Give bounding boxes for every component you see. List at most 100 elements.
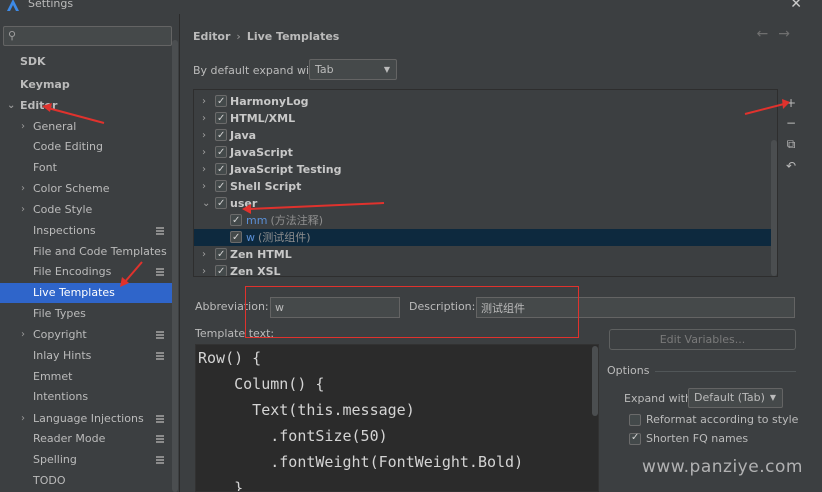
shorten-fq-checkbox[interactable]	[629, 431, 641, 445]
reformat-label: Reformat according to style	[646, 413, 799, 426]
sidebar-item-keymap[interactable]: Keymap	[0, 75, 178, 95]
group-checkbox[interactable]	[215, 178, 227, 195]
tree-group-row[interactable]: › Shell Script	[194, 178, 777, 195]
chevron-right-icon[interactable]: ›	[21, 117, 25, 137]
tree-scrollbar[interactable]	[771, 140, 777, 276]
sidebar-item-file-and-code-templates[interactable]: File and Code Templates	[0, 242, 178, 262]
sidebar-item-font[interactable]: Font	[0, 158, 178, 178]
options-title: Options	[607, 364, 650, 377]
tree-group-row[interactable]: › HarmonyLog	[194, 93, 777, 110]
sidebar-item-inspections[interactable]: Inspections	[0, 221, 178, 241]
group-checkbox[interactable]	[215, 195, 227, 212]
sidebar-scrollbar[interactable]	[172, 40, 178, 492]
breadcrumb-parent[interactable]: Editor	[193, 30, 230, 43]
sidebar-item-color-scheme[interactable]: › Color Scheme	[0, 179, 178, 199]
code-line: }	[198, 479, 244, 492]
search-input[interactable]	[24, 28, 169, 44]
group-checkbox[interactable]	[215, 93, 227, 110]
chevron-right-icon[interactable]: ›	[202, 127, 206, 144]
sidebar-item-intentions[interactable]: Intentions	[0, 387, 178, 407]
chevron-right-icon[interactable]: ›	[202, 93, 206, 110]
group-checkbox[interactable]	[215, 144, 227, 161]
group-checkbox[interactable]	[215, 127, 227, 144]
chevron-right-icon[interactable]: ›	[21, 409, 25, 429]
template-text-label: Template text:	[195, 327, 275, 340]
chevron-right-icon[interactable]: ›	[21, 200, 25, 220]
editor-scrollbar[interactable]	[592, 346, 598, 416]
add-icon[interactable]: +	[784, 96, 798, 110]
options-expand-with-label: Expand with	[624, 392, 692, 405]
sidebar-item-file-types[interactable]: File Types	[0, 304, 178, 324]
group-checkbox[interactable]	[215, 110, 227, 127]
code-line: Row() {	[198, 349, 262, 367]
template-checkbox[interactable]	[230, 212, 242, 229]
forward-arrow-icon[interactable]: →	[778, 26, 800, 42]
options-divider	[655, 371, 796, 372]
options-expand-with-select[interactable]: Default (Tab) ▼	[688, 388, 783, 408]
sidebar-item-inlay-hints[interactable]: Inlay Hints	[0, 346, 178, 366]
copy-icon[interactable]: ⧉	[784, 137, 798, 151]
template-label: w (测试组件)	[246, 231, 311, 244]
title-bar: Settings ✕	[0, 0, 822, 14]
expand-key-select[interactable]: Tab ▼	[309, 59, 397, 80]
tree-group-row-user[interactable]: ⌄ user	[194, 195, 777, 212]
sidebar-item-language-injections[interactable]: › Language Injections	[0, 409, 178, 429]
tree-group-row[interactable]: › JavaScript	[194, 144, 777, 161]
sidebar-item-sdk[interactable]: SDK	[0, 52, 178, 72]
tree-group-row[interactable]: › Zen HTML	[194, 246, 777, 263]
chevron-right-icon[interactable]: ›	[202, 144, 206, 161]
code-line: .fontWeight(FontWeight.Bold)	[198, 453, 524, 471]
back-arrow-icon[interactable]: ←	[757, 26, 779, 42]
chevron-right-icon[interactable]: ›	[202, 178, 206, 195]
edit-variables-button[interactable]: Edit Variables...	[609, 329, 796, 350]
template-row[interactable]: mm(方法注释)	[194, 212, 777, 229]
sidebar-item-file-encodings[interactable]: File Encodings	[0, 262, 178, 282]
sidebar-item-live-templates[interactable]: Live Templates	[0, 283, 178, 303]
project-scope-icon	[156, 268, 164, 276]
sidebar-item-code-style[interactable]: › Code Style	[0, 200, 178, 220]
sidebar-item-emmet[interactable]: Emmet	[0, 367, 178, 387]
sidebar-item-editor[interactable]: ⌄ Editor	[0, 96, 178, 116]
group-checkbox[interactable]	[215, 161, 227, 178]
tree-group-row[interactable]: › HTML/XML	[194, 110, 777, 127]
shorten-fq-label: Shorten FQ names	[646, 432, 749, 445]
sidebar-item-general[interactable]: › General	[0, 117, 178, 137]
options-expand-with-value: Default (Tab)	[694, 391, 765, 404]
chevron-right-icon[interactable]: ›	[21, 179, 25, 199]
chevron-right-icon[interactable]: ›	[202, 161, 206, 178]
code-line: Column() {	[198, 375, 325, 393]
window-title: Settings	[28, 0, 74, 10]
sidebar-item-code-editing[interactable]: Code Editing	[0, 137, 178, 157]
template-checkbox[interactable]	[230, 229, 242, 246]
chevron-right-icon[interactable]: ›	[202, 246, 206, 263]
group-checkbox[interactable]	[215, 263, 227, 276]
template-row-selected[interactable]: w(测试组件)	[194, 229, 777, 246]
project-scope-icon	[156, 415, 164, 423]
breadcrumb-current: Live Templates	[246, 30, 340, 43]
project-scope-icon	[156, 331, 164, 339]
breadcrumb-separator: ›	[236, 30, 241, 43]
tree-group-row[interactable]: › JavaScript Testing	[194, 161, 777, 178]
tree-group-row[interactable]: › Java	[194, 127, 777, 144]
settings-search[interactable]: ⚲	[3, 26, 172, 46]
sidebar-item-spelling[interactable]: Spelling	[0, 450, 178, 470]
chevron-right-icon[interactable]: ›	[202, 263, 206, 276]
close-icon[interactable]: ✕	[790, 0, 802, 12]
sidebar-item-todo[interactable]: TODO	[0, 471, 178, 491]
chevron-down-icon[interactable]: ⌄	[7, 96, 15, 116]
caret-down-icon: ▼	[769, 393, 776, 402]
chevron-down-icon[interactable]: ⌄	[202, 195, 210, 212]
remove-icon[interactable]: −	[784, 116, 798, 130]
chevron-right-icon[interactable]: ›	[21, 325, 25, 345]
template-text-editor[interactable]: Row() { Column() { Text(this.message) .f…	[195, 344, 599, 492]
chevron-right-icon[interactable]: ›	[202, 110, 206, 127]
project-scope-icon	[156, 435, 164, 443]
code-line: .fontSize(50)	[198, 427, 388, 445]
group-checkbox[interactable]	[215, 246, 227, 263]
sidebar-item-reader-mode[interactable]: Reader Mode	[0, 429, 178, 449]
tree-group-row[interactable]: › Zen XSL	[194, 263, 777, 276]
restore-icon[interactable]: ↶	[784, 159, 798, 173]
reformat-checkbox[interactable]	[629, 414, 641, 426]
sidebar-item-copyright[interactable]: › Copyright	[0, 325, 178, 345]
settings-sidebar: ⚲ SDK Keymap ⌄ Editor › General Code Edi…	[0, 14, 180, 492]
